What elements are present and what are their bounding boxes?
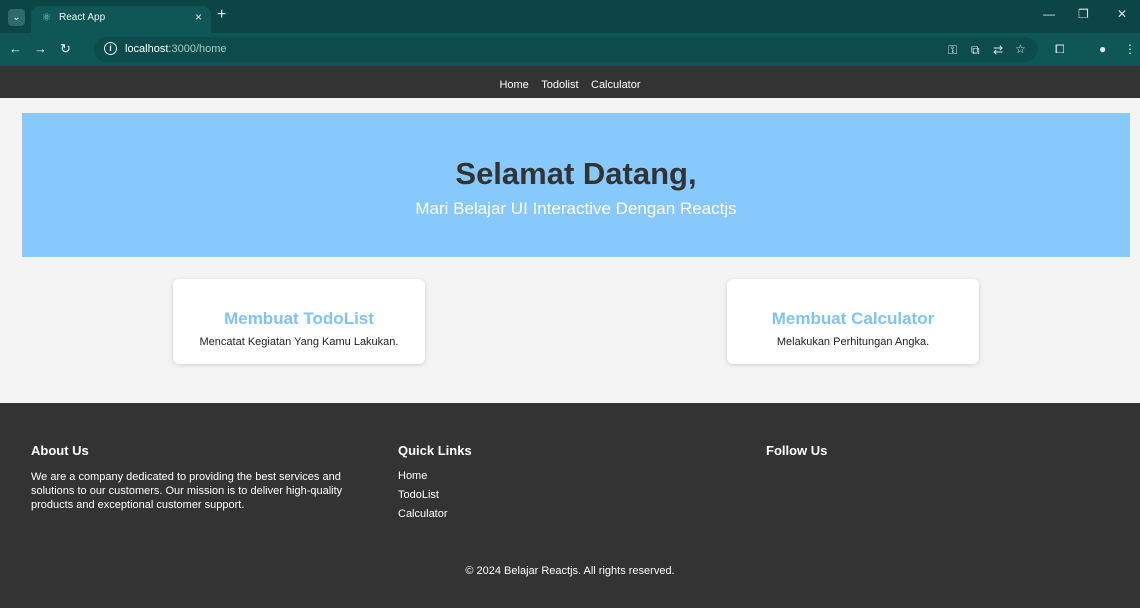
forward-icon[interactable]: → xyxy=(34,41,47,56)
password-key-icon[interactable]: ⚿ xyxy=(948,43,957,58)
extensions-icon[interactable]: ⧠ xyxy=(1055,42,1065,57)
footer-quick-links: Quick Links Home TodoList Calculator xyxy=(398,443,472,527)
footer-follow: Follow Us xyxy=(766,443,827,470)
site-footer: About Us We are a company dedicated to p… xyxy=(0,403,1140,608)
translate-icon[interactable]: ⇄ xyxy=(993,43,1003,57)
footer-about-heading: About Us xyxy=(31,443,89,458)
card-title: Membuat TodoList xyxy=(224,309,374,328)
footer-follow-heading: Follow Us xyxy=(766,443,828,458)
hero-subtitle: Mari Belajar UI Interactive Dengan React… xyxy=(415,199,737,218)
restore-icon[interactable]: ❐ xyxy=(1078,7,1089,21)
card-description: Mencatat Kegiatan Yang Kamu Lakukan. xyxy=(199,336,399,348)
footer-link-home[interactable]: Home xyxy=(398,470,472,482)
card-todolist[interactable]: Membuat TodoList Mencatat Kegiatan Yang … xyxy=(173,279,425,364)
browser-tab-bar: ⌄ ⚛ React App × + — ❐ ✕ xyxy=(0,0,1140,33)
card-title: Membuat Calculator xyxy=(771,309,935,328)
footer-link-calculator[interactable]: Calculator xyxy=(398,508,472,520)
footer-about: About Us We are a company dedicated to p… xyxy=(31,443,386,512)
footer-link-todolist[interactable]: TodoList xyxy=(398,489,472,501)
url-path: :3000/home xyxy=(168,43,227,55)
window-close-icon[interactable]: ✕ xyxy=(1117,7,1127,21)
nav-link-calculator[interactable]: Calculator xyxy=(591,79,641,91)
minimize-icon[interactable]: — xyxy=(1043,7,1055,21)
tab-title: React App xyxy=(59,12,106,23)
info-icon[interactable]: i xyxy=(104,42,117,55)
hero-banner: Selamat Datang, Mari Belajar UI Interact… xyxy=(22,113,1130,257)
nav-link-todolist[interactable]: Todolist xyxy=(541,79,578,91)
url-host: localhost xyxy=(125,43,169,55)
browser-toolbar: ← → ↻ i localhost:3000/home ⚿ ⧉ ⇄ ☆ ⧠ ● … xyxy=(0,33,1140,66)
hero-title: Selamat Datang, xyxy=(455,156,697,191)
reload-icon[interactable]: ↻ xyxy=(60,41,71,57)
card-description: Melakukan Perhitungan Angka. xyxy=(776,336,930,348)
card-calculator[interactable]: Membuat Calculator Melakukan Perhitungan… xyxy=(727,279,979,364)
footer-links-heading: Quick Links xyxy=(398,443,472,458)
more-icon[interactable]: ⋮ xyxy=(1124,42,1136,56)
install-icon[interactable]: ⧉ xyxy=(971,43,980,58)
footer-about-text: We are a company dedicated to providing … xyxy=(31,471,343,511)
browser-tab[interactable]: ⚛ React App × xyxy=(31,6,211,33)
url-text: localhost:3000/home xyxy=(125,43,227,55)
footer-copyright: © 2024 Belajar Reactjs. All rights reser… xyxy=(465,565,675,577)
react-favicon-icon: ⚛ xyxy=(41,12,52,24)
tab-menu-icon[interactable]: ⌄ xyxy=(8,9,25,26)
star-icon[interactable]: ☆ xyxy=(1015,42,1026,56)
site-navbar: Home Todolist Calculator xyxy=(0,66,1140,98)
nav-links: Home Todolist Calculator xyxy=(495,75,644,93)
back-icon[interactable]: ← xyxy=(9,41,22,56)
profile-icon[interactable]: ● xyxy=(1099,42,1106,56)
nav-link-home[interactable]: Home xyxy=(499,79,528,91)
close-icon[interactable]: × xyxy=(195,10,202,24)
address-bar[interactable]: i localhost:3000/home ⚿ ⧉ ⇄ ☆ xyxy=(94,37,1038,62)
plus-icon[interactable]: + xyxy=(217,6,226,24)
